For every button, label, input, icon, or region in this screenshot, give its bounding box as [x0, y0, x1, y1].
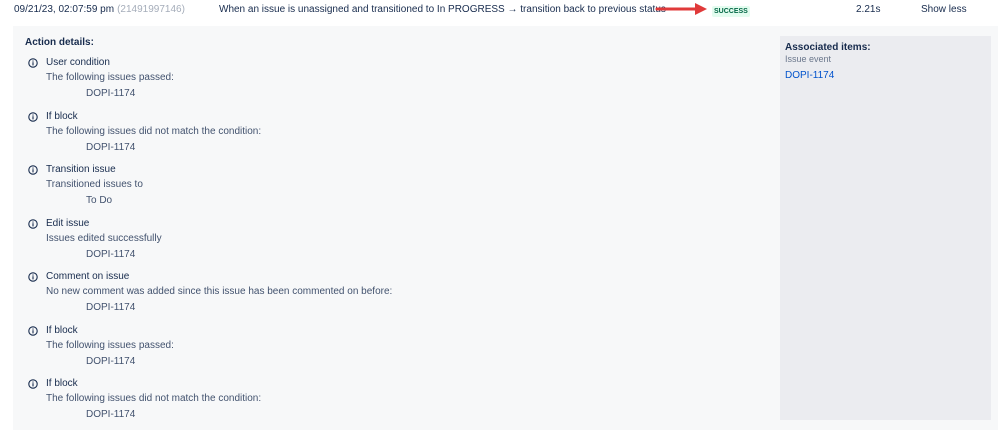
- execution-id: (21491997146): [117, 4, 185, 15]
- audit-log-entry-header[interactable]: 09/21/23, 02:07:59 pm (21491997146) When …: [0, 0, 998, 22]
- action-description: The following issues did not match the c…: [46, 126, 262, 137]
- action-value: DOPI-1174: [86, 302, 136, 313]
- action-description: Issues edited successfully: [46, 233, 162, 244]
- action-item: If block The following issues passed: DO…: [28, 325, 768, 375]
- action-item: User condition The following issues pass…: [28, 57, 768, 107]
- info-icon: [28, 58, 38, 68]
- action-item: If block The following issues did not ma…: [28, 378, 768, 428]
- associated-items-title: Associated items:: [785, 42, 871, 53]
- action-description: The following issues passed:: [46, 72, 174, 83]
- action-name: If block: [46, 325, 78, 336]
- action-value: DOPI-1174: [86, 88, 136, 99]
- execution-duration: 2.21s: [856, 4, 881, 15]
- status-badge: SUCCESS: [712, 6, 750, 17]
- action-description: No new comment was added since this issu…: [46, 286, 393, 297]
- info-icon: [28, 112, 38, 122]
- execution-timestamp: 09/21/23, 02:07:59 pm (21491997146): [14, 4, 185, 15]
- action-name: User condition: [46, 57, 110, 68]
- action-name: Edit issue: [46, 218, 90, 229]
- action-name: Comment on issue: [46, 271, 130, 282]
- action-name: Transition issue: [46, 164, 116, 175]
- associated-issue-link[interactable]: DOPI-1174: [785, 70, 834, 81]
- action-description: The following issues did not match the c…: [46, 393, 262, 404]
- action-value: To Do: [86, 195, 113, 206]
- action-item: Comment on issue No new comment was adde…: [28, 271, 768, 321]
- action-item: If block The following issues did not ma…: [28, 111, 768, 161]
- audit-log-page: 09/21/23, 02:07:59 pm (21491997146) When …: [0, 0, 998, 430]
- action-value: DOPI-1174: [86, 356, 136, 367]
- associated-items-subtitle: Issue event: [785, 54, 832, 64]
- action-name: If block: [46, 378, 78, 389]
- info-icon: [28, 165, 38, 175]
- action-details-title: Action details:: [25, 37, 94, 48]
- rule-name: When an issue is unassigned and transiti…: [219, 4, 666, 15]
- info-icon: [28, 326, 38, 336]
- action-item: Transition issue Transitioned issues to …: [28, 164, 768, 214]
- show-less-button[interactable]: Show less: [921, 4, 967, 15]
- info-icon: [28, 379, 38, 389]
- action-value: DOPI-1174: [86, 142, 136, 153]
- action-value: DOPI-1174: [86, 249, 136, 260]
- action-name: If block: [46, 111, 78, 122]
- info-icon: [28, 272, 38, 282]
- action-description: The following issues passed:: [46, 340, 174, 351]
- annotation-arrow-icon: [655, 3, 707, 15]
- timestamp-text: 09/21/23, 02:07:59 pm: [14, 4, 115, 15]
- info-icon: [28, 219, 38, 229]
- action-details-panel: Action details: User condition The follo…: [13, 26, 998, 430]
- associated-items-panel: Associated items: Issue event DOPI-1174: [780, 36, 991, 420]
- action-value: DOPI-1174: [86, 409, 136, 420]
- action-description: Transitioned issues to: [46, 179, 143, 190]
- action-item: Edit issue Issues edited successfully DO…: [28, 218, 768, 268]
